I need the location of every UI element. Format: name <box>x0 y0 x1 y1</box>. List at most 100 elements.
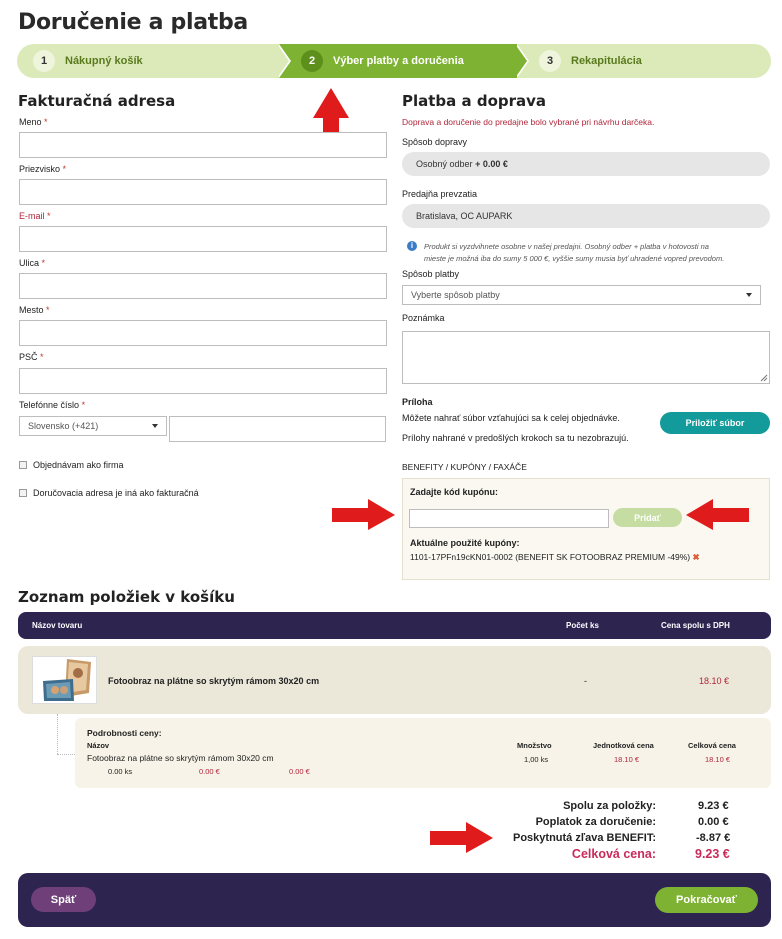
field-label-mesto: Mesto * <box>19 305 50 315</box>
checkout-steps: 1 Nákupný košík 2 Výber platby a doručen… <box>17 44 771 78</box>
annotation-arrow-right <box>332 499 395 530</box>
payment-method-value: Vyberte spôsob platby <box>411 290 500 300</box>
psc-input[interactable] <box>19 368 387 394</box>
pickup-info-line: mieste je možná iba do sumy 5 000 €, vyš… <box>424 254 725 263</box>
applied-coupons-label: Aktuálne použité kupóny: <box>410 538 520 548</box>
payment-method-select[interactable]: Vyberte spôsob platby <box>402 285 761 305</box>
shipping-label: Spôsob dopravy <box>402 137 468 147</box>
store-field: Bratislava, OC AUPARK <box>402 204 770 228</box>
note-label: Poznámka <box>402 313 445 323</box>
mesto-input[interactable] <box>19 320 387 346</box>
step-payment-delivery[interactable]: 2 Výber platby a doručenia <box>279 44 525 78</box>
delivery-address-checkbox-label: Doručovacia adresa je iná ako fakturačná <box>33 488 199 498</box>
pickup-info-line: Produkt si vyzdvihnete osobne v našej pr… <box>424 242 709 251</box>
chevron-down-icon <box>152 424 158 428</box>
details-column-unit-price: Jednotková cena <box>593 741 654 750</box>
step-separator <box>277 44 289 78</box>
shipping-price: + 0.00 € <box>475 159 508 169</box>
payment-notice: Doprava a doručenie do predajne bolo vyb… <box>402 117 655 127</box>
benefits-label: BENEFITY / KUPÓNY / FAXÁČE <box>402 462 527 472</box>
priezvisko-input[interactable] <box>19 179 387 205</box>
tree-connector <box>57 754 75 755</box>
step-number: 2 <box>301 50 323 72</box>
details-item-unit-price: 18.10 € <box>614 755 640 764</box>
step-label: Rekapitulácia <box>571 55 642 67</box>
payment-title: Platba a doprava <box>402 92 547 110</box>
remove-coupon-icon[interactable]: ✖ <box>693 552 700 562</box>
cart-table-header: Názov tovaru Počet ks Cena spolu s DPH <box>18 612 771 639</box>
summary-items-value: 9.23 € <box>698 800 729 812</box>
company-checkbox-label: Objednávam ako firma <box>33 460 124 470</box>
step-label: Nákupný košík <box>65 55 143 67</box>
details-sub-total: 0.00 € <box>289 767 310 776</box>
details-item-name: Fotoobraz na plátne so skrytým rámom 30x… <box>87 753 274 763</box>
country-code-value: Slovensko (+421) <box>28 421 99 431</box>
photo-canvas-image <box>43 659 91 701</box>
store-value: Bratislava, OC AUPARK <box>416 211 513 221</box>
cart-title: Zoznam položiek v košíku <box>18 588 235 606</box>
chevron-down-icon <box>746 293 752 297</box>
summary-delivery-value: 0.00 € <box>698 816 729 828</box>
shipping-method-field: Osobný odber + 0.00 € <box>402 152 770 176</box>
step-label: Výber platby a doručenia <box>333 55 464 67</box>
attach-file-button[interactable]: Priložiť súbor <box>660 412 770 434</box>
price-details: Podrobnosti ceny: Názov Množstvo Jednotk… <box>75 718 771 788</box>
summary-discount-value: -8.87 € <box>696 832 731 844</box>
attachment-label: Príloha <box>402 397 433 407</box>
step-cart[interactable]: 1 Nákupný košík <box>17 44 289 78</box>
product-quantity: - <box>584 676 587 686</box>
continue-button[interactable]: Pokračovať <box>655 887 758 913</box>
page-title: Doručenie a platba <box>18 10 248 35</box>
attachment-help-secondary: Prílohy nahrané v predošlých krokoch sa … <box>402 433 629 443</box>
attachment-help: Môžete nahrať súbor vzťahujúci sa k cele… <box>402 413 620 423</box>
resize-handle-icon[interactable] <box>760 374 768 382</box>
details-column-quantity: Množstvo <box>517 741 552 750</box>
details-item-quantity: 1,00 ks <box>524 755 549 764</box>
step-number: 1 <box>33 50 55 72</box>
info-icon: i <box>407 241 417 251</box>
meno-input[interactable] <box>19 132 387 158</box>
add-coupon-button[interactable]: Pridať <box>613 508 682 527</box>
note-textarea[interactable] <box>402 331 770 384</box>
country-code-select[interactable]: Slovensko (+421) <box>19 416 167 436</box>
details-item-total: 18.10 € <box>705 755 731 764</box>
details-column-total: Celková cena <box>688 741 736 750</box>
summary-items-label: Spolu za položky: <box>563 800 656 812</box>
column-name: Názov tovaru <box>32 621 83 630</box>
summary-values: 9.23 € 0.00 € -8.87 € 9.23 € <box>690 798 750 862</box>
step-number: 3 <box>539 50 561 72</box>
field-label-email: E-mail * <box>19 211 51 221</box>
details-sub-quantity: 0.00 ks <box>108 767 133 776</box>
delivery-address-checkbox[interactable] <box>19 489 27 497</box>
coupon-input[interactable] <box>409 509 609 528</box>
details-column-name: Názov <box>87 741 110 750</box>
pickup-info: Produkt si vyzdvihnete osobne v našej pr… <box>424 241 724 265</box>
coupon-label: Zadajte kód kupónu: <box>410 487 499 497</box>
company-checkbox[interactable] <box>19 461 27 469</box>
product-name[interactable]: Fotoobraz na plátne so skrytým rámom 30x… <box>108 676 319 686</box>
field-label-meno: Meno * <box>19 117 48 127</box>
email-input[interactable] <box>19 226 387 252</box>
price-details-title: Podrobnosti ceny: <box>87 728 162 738</box>
product-price: 18.10 € <box>699 676 730 686</box>
column-quantity: Počet ks <box>566 621 599 630</box>
shipping-method-value: Osobný odber <box>416 159 473 169</box>
details-sub-unit-price: 0.00 € <box>199 767 220 776</box>
tree-connector <box>57 714 58 754</box>
field-label-ulica: Ulica * <box>19 258 46 268</box>
billing-title: Fakturačná adresa <box>18 92 176 110</box>
field-label-psc: PSČ * <box>19 352 44 362</box>
back-button[interactable]: Späť <box>31 887 96 912</box>
field-label-telefon: Telefónne číslo * <box>19 400 86 410</box>
cart-row: Fotoobraz na plátne so skrytým rámom 30x… <box>18 646 771 714</box>
field-label-priezvisko: Priezvisko * <box>19 164 67 174</box>
step-separator <box>515 44 527 78</box>
applied-coupon: 1101-17PFn19cKN01-0002 (BENEFIT SK FOTOO… <box>410 552 700 563</box>
step-summary[interactable]: 3 Rekapitulácia <box>517 44 771 78</box>
phone-input[interactable] <box>169 416 386 442</box>
applied-coupon-code: 1101-17PFn19cKN01-0002 (BENEFIT SK FOTOO… <box>410 552 691 562</box>
summary-total-value: 9.23 € <box>695 847 730 861</box>
annotation-arrow-left <box>686 499 749 530</box>
column-price: Cena spolu s DPH <box>661 621 730 630</box>
ulica-input[interactable] <box>19 273 387 299</box>
